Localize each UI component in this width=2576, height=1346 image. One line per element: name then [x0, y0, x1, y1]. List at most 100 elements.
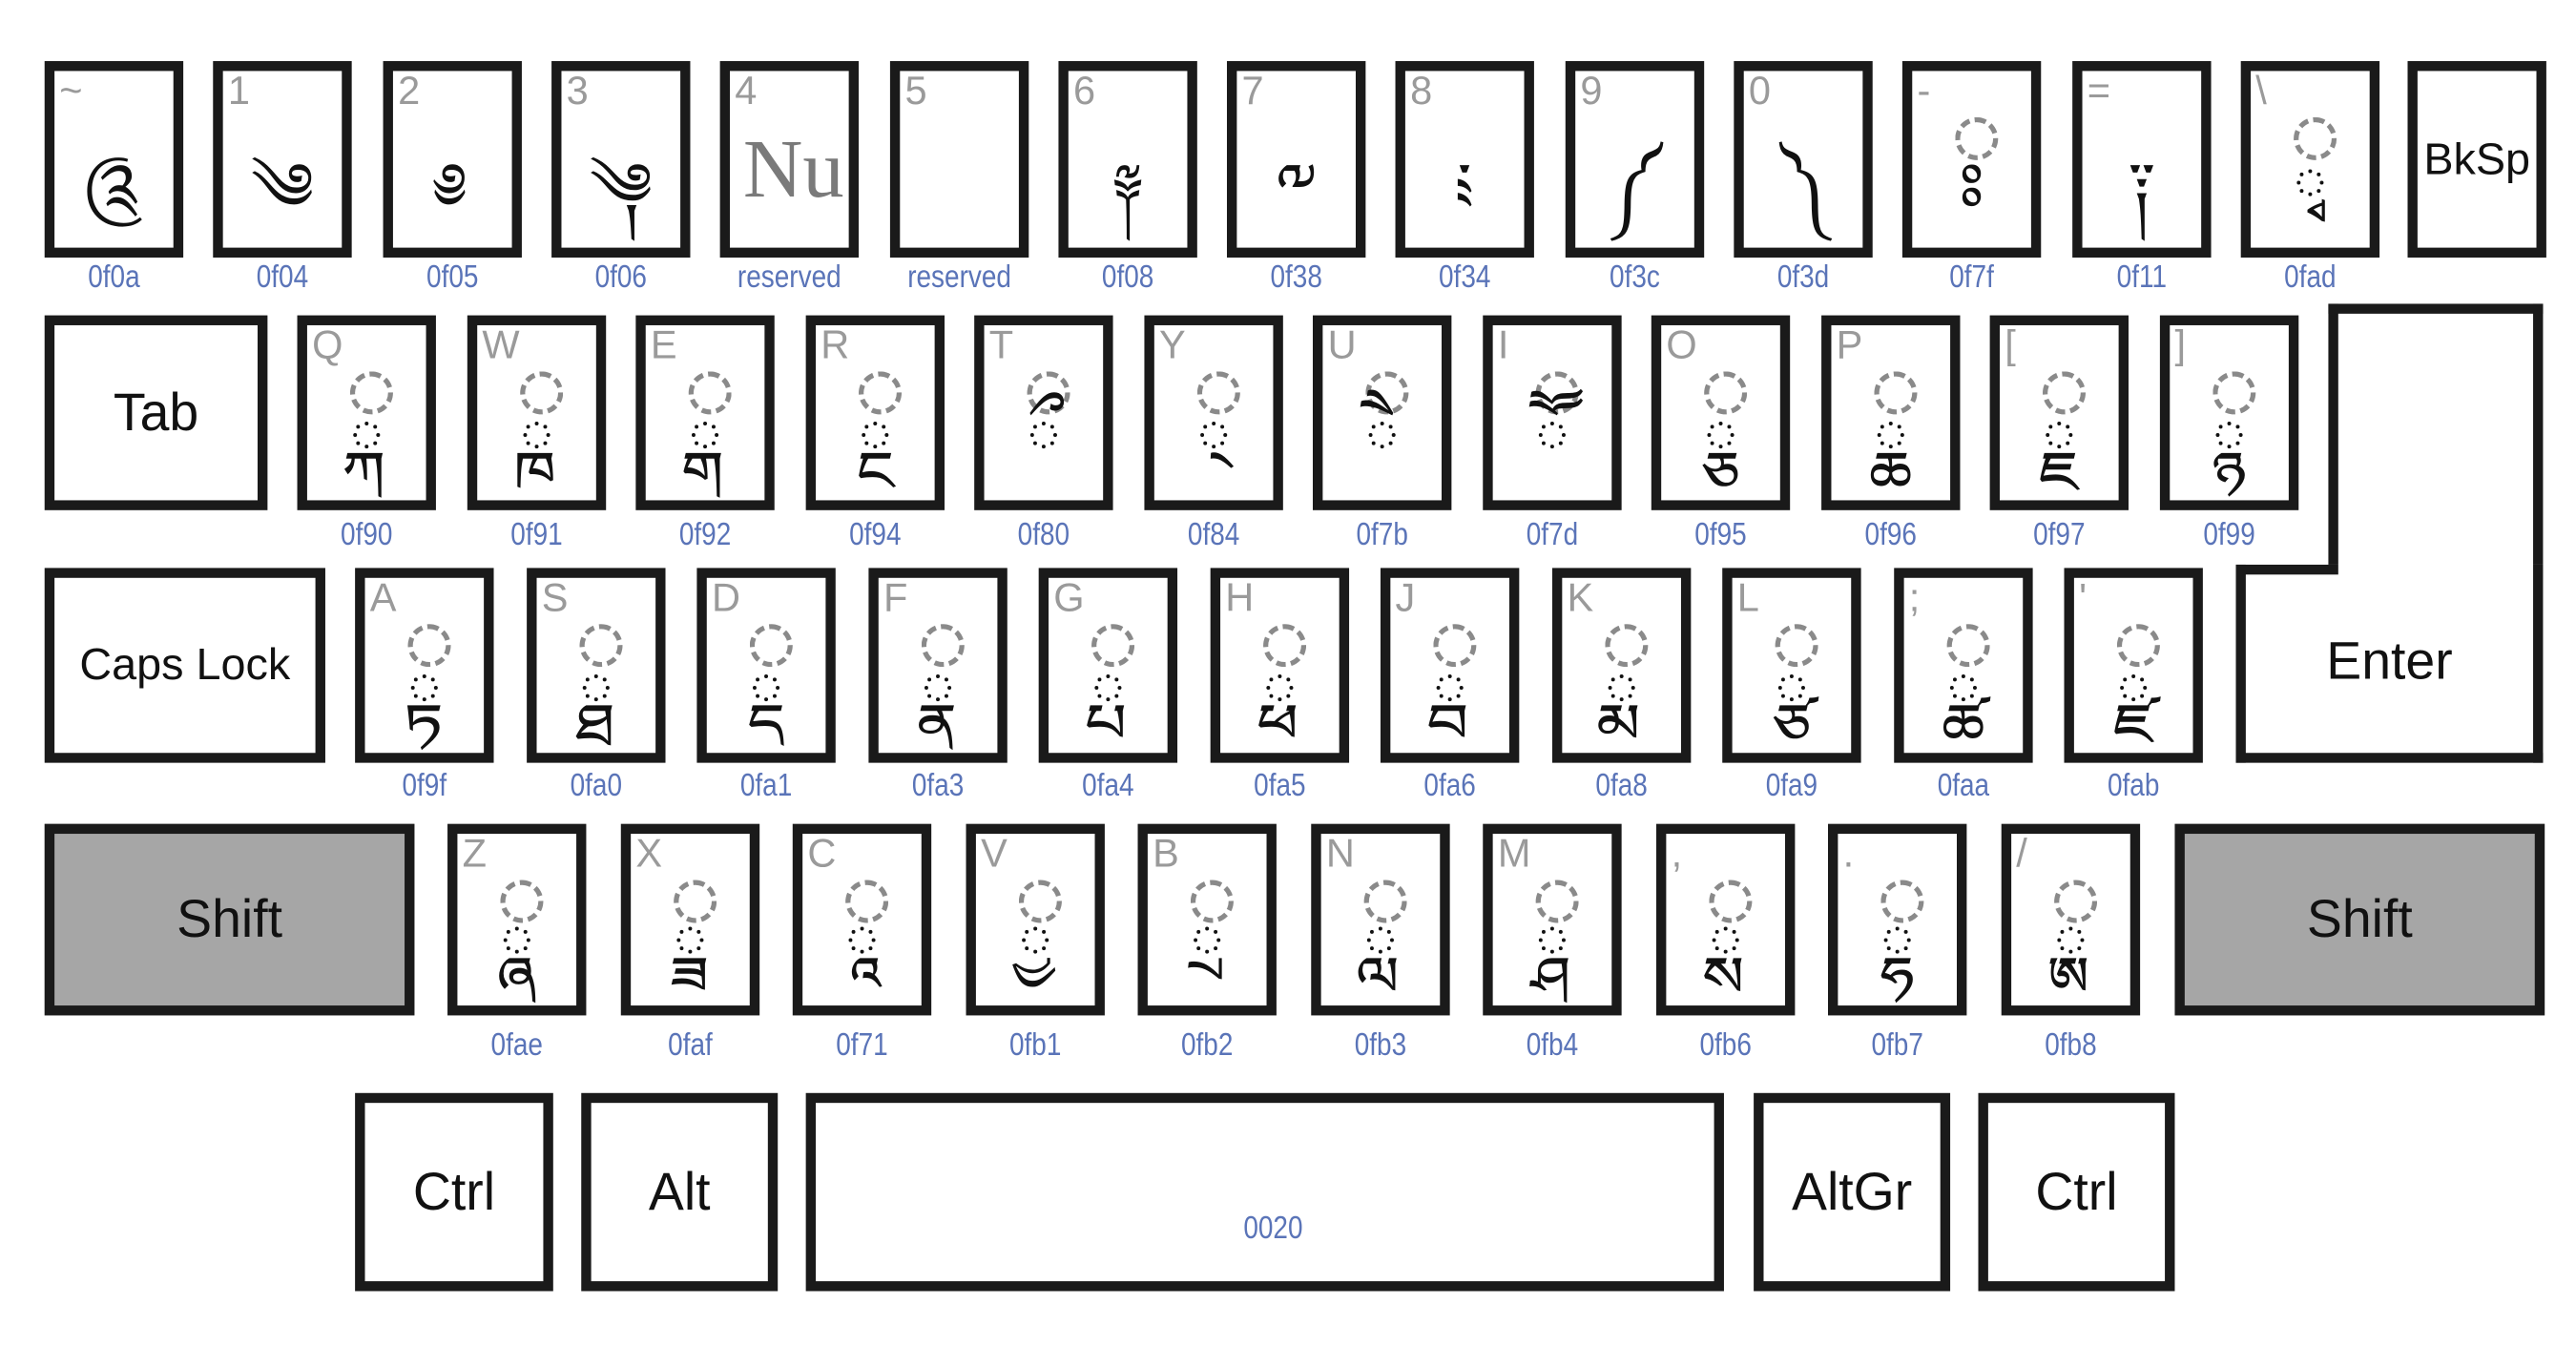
key-~[interactable]: ~ ༊ [44, 61, 184, 259]
key-glyph: ྀ [1025, 403, 1062, 479]
key-;[interactable]: ;ྪ [1894, 568, 2033, 763]
unicode-code-label: 0f04 [256, 260, 309, 296]
key-legend: 6 [1073, 69, 1096, 114]
key-M[interactable]: Mྴ [1483, 823, 1622, 1016]
key-A[interactable]: Aྟ [355, 568, 494, 763]
unicode-code-label: reserved [737, 260, 841, 296]
key-legend: Z [462, 832, 488, 878]
key-N[interactable]: Nླ [1311, 823, 1450, 1016]
unicode-code-label: 0f3c [1610, 260, 1660, 296]
key-6[interactable]: 6 ༈ [1058, 61, 1197, 259]
key-X[interactable]: Xྯ [620, 823, 760, 1016]
unicode-code-label: 0fa4 [1082, 769, 1134, 804]
key-4[interactable]: 4 Nu [719, 61, 860, 259]
key-.[interactable]: .ྷ [1827, 823, 1967, 1016]
key-7[interactable]: 7 ༸ [1226, 61, 1366, 259]
tab-key[interactable]: Tab [44, 315, 268, 510]
key-legend: K [1567, 576, 1594, 621]
key-/[interactable]: /ྸ [2001, 823, 2141, 1016]
key-glyph: ྯ [672, 907, 709, 984]
key-F[interactable]: Fྣ [868, 568, 1008, 763]
key-C[interactable]: Cཱ [792, 823, 932, 1016]
key-8[interactable]: 8 ༴ [1395, 61, 1534, 259]
key-=[interactable]: = ༑ [2072, 61, 2212, 259]
key-legend: 1 [227, 69, 250, 114]
backspace-key[interactable]: BkSp [2407, 61, 2546, 259]
key-legend: 4 [735, 69, 758, 114]
key-legend: X [635, 832, 663, 878]
ctrl-right-key[interactable]: Ctrl [1978, 1092, 2175, 1292]
key-K[interactable]: Kྨ [1551, 568, 1692, 763]
key-legend: V [981, 832, 1008, 878]
key-legend: 9 [1580, 69, 1603, 114]
key-Z[interactable]: Zྮ [447, 823, 587, 1016]
unicode-code-label: 0fa1 [739, 769, 793, 804]
unicode-code-label: 0f34 [1439, 260, 1491, 296]
key-legend: O [1666, 323, 1697, 368]
unicode-code-label: 0f08 [1101, 260, 1154, 296]
key-O[interactable]: Oྕ [1651, 315, 1791, 510]
key-[[interactable]: [ྗ [1989, 315, 2129, 510]
key-J[interactable]: Jྦ [1380, 568, 1520, 763]
key-glyph: ྮ [498, 907, 535, 984]
key-'[interactable]: 'ྫ [2064, 568, 2203, 763]
caps-lock-label: Caps Lock [79, 639, 291, 690]
key-,[interactable]: ,ྶ [1655, 823, 1796, 1016]
key-legend: I [1497, 323, 1509, 368]
key-glyph: ༅ [437, 150, 467, 227]
key-W[interactable]: Wྑ [467, 315, 607, 510]
space-key[interactable]: 0020 [805, 1092, 1724, 1292]
shift-left-label: Shift [177, 889, 282, 949]
key-L[interactable]: Lྩ [1722, 568, 1861, 763]
key-3[interactable]: 3 ༆ [551, 61, 691, 259]
key-legend: 7 [1241, 69, 1264, 114]
shift-left-key[interactable]: Shift [44, 823, 415, 1016]
key-\[interactable]: \ྭ [2240, 61, 2380, 259]
key-E[interactable]: Eྒ [635, 315, 775, 510]
key-glyph: ྦ [1431, 655, 1468, 732]
key-glyph: ྣ [920, 655, 957, 732]
unicode-code-label: 0fa8 [1595, 769, 1648, 804]
key-I[interactable]: Iཽ [1483, 315, 1622, 510]
key-H[interactable]: Hྥ [1210, 568, 1350, 763]
key-9[interactable]: 9 ༼ [1565, 61, 1705, 259]
key-glyph: ྲ [1189, 907, 1226, 984]
caps-lock-key[interactable]: Caps Lock [44, 568, 325, 763]
key-D[interactable]: Dྡ [696, 568, 836, 763]
key-legend: . [1842, 832, 1855, 878]
key-legend: F [883, 576, 908, 621]
enter-key[interactable] [2328, 303, 2544, 580]
key-glyph: ྷ [1879, 907, 1916, 984]
unicode-code-label: 0f38 [1270, 260, 1322, 296]
key-P[interactable]: Pྖ [1821, 315, 1961, 510]
tab-label: Tab [113, 382, 199, 442]
unicode-code-label: 0f91 [510, 518, 563, 553]
key-T[interactable]: Tྀ [974, 315, 1113, 510]
key-G[interactable]: Gྤ [1038, 568, 1178, 763]
shift-right-key[interactable]: Shift [2174, 823, 2545, 1016]
unicode-code-label: 0fa0 [570, 769, 623, 804]
key-R[interactable]: Rྔ [805, 315, 945, 510]
key-legend: A [369, 576, 397, 621]
unicode-code-label: 0fae [490, 1028, 543, 1064]
key-glyph: ༊ [84, 150, 144, 227]
key--[interactable]: -ཿ [1901, 61, 2042, 259]
key-U[interactable]: Uཻ [1312, 315, 1452, 510]
ctrl-left-key[interactable]: Ctrl [355, 1092, 553, 1292]
unicode-code-label: 0f96 [1864, 518, 1917, 553]
key-S[interactable]: Sྠ [527, 568, 666, 763]
key-B[interactable]: Bྲ [1137, 823, 1277, 1016]
key-V[interactable]: Vྱ [966, 823, 1105, 1016]
alt-key[interactable]: Alt [581, 1092, 779, 1292]
key-2[interactable]: 2 ༅ [383, 61, 522, 259]
unicode-code-label: 0fab [2107, 769, 2160, 804]
key-legend: - [1917, 69, 1931, 114]
key-Q[interactable]: Qྐ [297, 315, 436, 510]
altgr-key[interactable]: AltGr [1754, 1092, 1951, 1292]
key-5[interactable]: 5 [889, 61, 1029, 259]
key-legend: , [1671, 832, 1683, 878]
key-][interactable]: ]ྙ [2159, 315, 2299, 510]
key-0[interactable]: 0 ༽ [1734, 61, 1873, 259]
key-1[interactable]: 1 ༄ [213, 61, 352, 259]
key-Y[interactable]: Y྄ [1144, 315, 1283, 510]
